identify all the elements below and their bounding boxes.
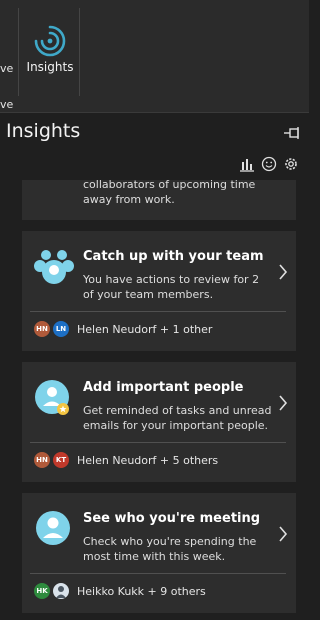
insights-button[interactable]: Insights [24, 24, 76, 84]
card-footer[interactable]: HK Heikko Kukk + 9 others [34, 581, 286, 601]
chart-icon[interactable] [239, 156, 255, 172]
ribbon: ve ve Insights [0, 0, 309, 113]
insight-card-team[interactable]: Catch up with your team You have actions… [22, 231, 296, 351]
pane-title: Insights [6, 120, 81, 142]
insights-icon [34, 25, 66, 57]
chevron-right-icon[interactable] [278, 395, 288, 411]
card-title: Catch up with your team [83, 249, 264, 264]
card-footer-people: Heikko Kukk + 9 others [77, 584, 206, 598]
ribbon-separator [18, 8, 19, 96]
card-divider [30, 442, 286, 443]
ribbon-truncated-label-top[interactable]: ve [0, 62, 13, 75]
card-description: Get reminded of tasks and unread emails … [83, 404, 272, 432]
card-divider [30, 573, 286, 574]
pin-button[interactable] [283, 124, 301, 143]
pin-icon [284, 127, 299, 139]
smiley-icon[interactable] [261, 156, 277, 172]
avatar-photo [53, 583, 69, 599]
person-star-icon [35, 380, 69, 415]
card-footer[interactable]: HN LN Helen Neudorf + 1 other [34, 319, 286, 339]
avatar: HK [34, 583, 50, 599]
chevron-right-icon[interactable] [278, 526, 288, 542]
insight-card-time-away[interactable]: collaborators of upcoming time away from… [22, 178, 296, 220]
avatar: HN [34, 321, 50, 337]
ribbon-separator [79, 8, 80, 96]
person-photo-icon [56, 586, 66, 598]
card-description: Check who you're spending the most time … [83, 535, 257, 563]
card-footer[interactable]: HN KT Helen Neudorf + 5 others [34, 450, 286, 470]
team-icon [34, 250, 74, 284]
ribbon-truncated-label-bottom[interactable]: ve [0, 98, 13, 111]
card-title: Add important people [83, 380, 244, 395]
person-icon [36, 511, 70, 545]
pane-toolbar [239, 156, 299, 172]
avatar: LN [53, 321, 69, 337]
card-description: You have actions to review for 2 of your… [83, 273, 260, 301]
avatar: HN [34, 452, 50, 468]
gear-icon[interactable] [283, 156, 299, 172]
insight-card-meeting[interactable]: See who you're meeting Check who you're … [22, 493, 296, 613]
avatar: KT [53, 452, 69, 468]
insight-card-important-people[interactable]: Add important people Get reminded of tas… [22, 362, 296, 482]
card-description: collaborators of upcoming time away from… [83, 178, 256, 206]
chevron-right-icon[interactable] [278, 264, 288, 280]
card-footer-people: Helen Neudorf + 1 other [77, 322, 213, 336]
card-footer-people: Helen Neudorf + 5 others [77, 453, 219, 467]
card-title: See who you're meeting [83, 511, 261, 526]
insights-button-label: Insights [26, 60, 74, 74]
card-divider [30, 311, 286, 312]
